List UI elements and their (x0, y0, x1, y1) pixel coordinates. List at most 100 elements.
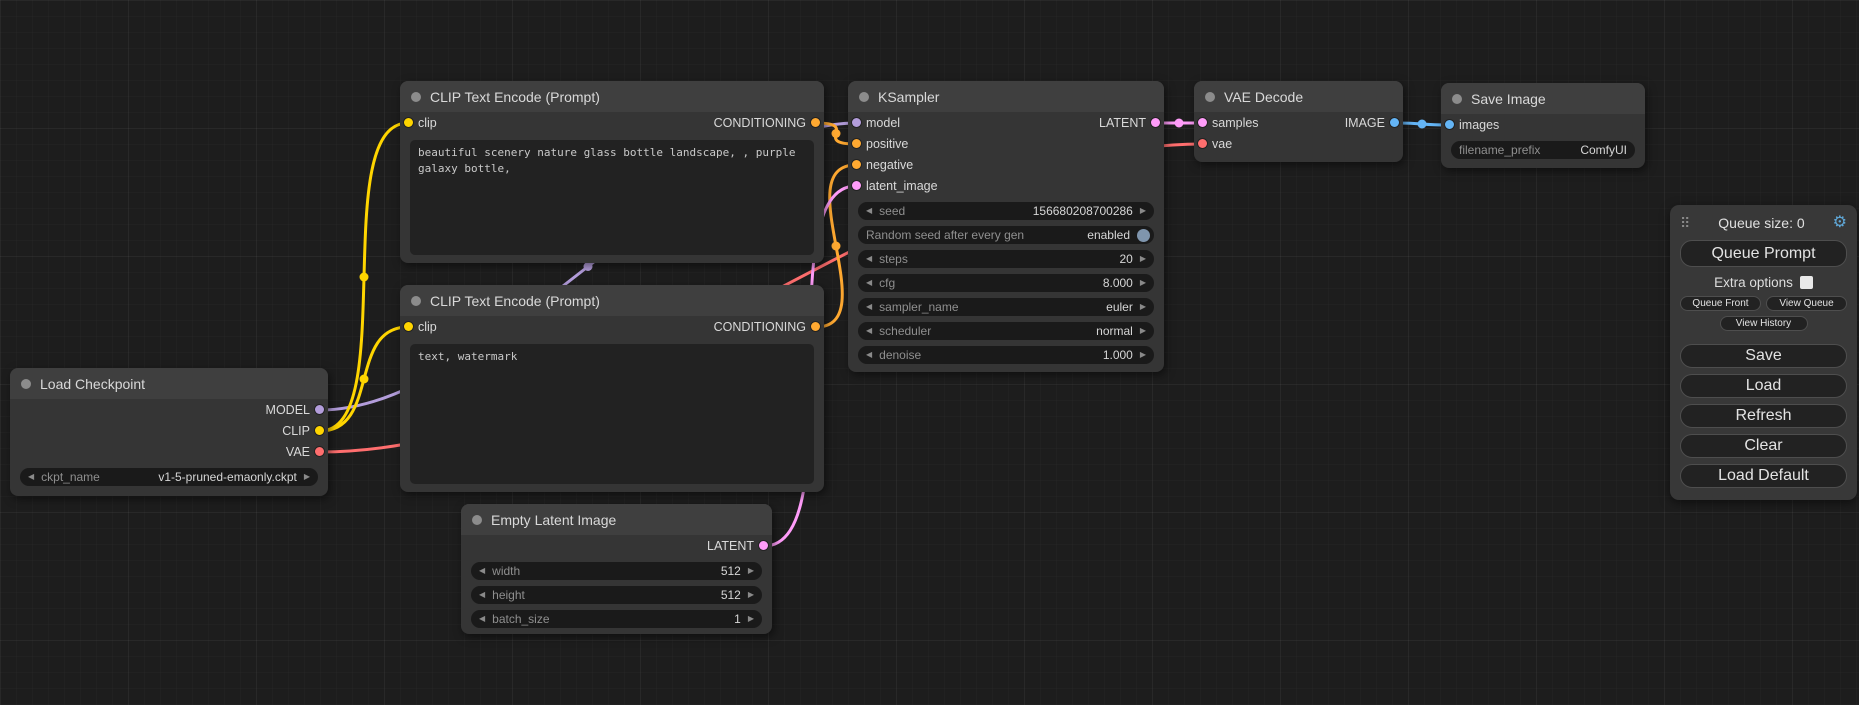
port-images-input[interactable] (1445, 120, 1454, 129)
decrement-arrow-icon[interactable]: ◀ (28, 473, 34, 481)
decrement-arrow-icon[interactable]: ◀ (866, 255, 872, 263)
decrement-arrow-icon[interactable]: ◀ (866, 327, 872, 335)
slot-row: MODEL (10, 399, 328, 420)
node-ksampler[interactable]: KSampler model LATENT positive negative … (848, 81, 1164, 372)
load-button[interactable]: Load (1680, 374, 1847, 398)
width-widget[interactable]: ◀ width 512 ▶ (471, 562, 762, 580)
ckpt-name-widget[interactable]: ◀ ckpt_name v1-5-pruned-emaonly.ckpt ▶ (20, 468, 318, 486)
port-samples-input[interactable] (1198, 118, 1207, 127)
increment-arrow-icon[interactable]: ▶ (748, 591, 754, 599)
increment-arrow-icon[interactable]: ▶ (1140, 327, 1146, 335)
decrement-arrow-icon[interactable]: ◀ (866, 303, 872, 311)
denoise-widget[interactable]: ◀ denoise 1.000 ▶ (858, 346, 1154, 364)
sampler-name-widget[interactable]: ◀ sampler_name euler ▶ (858, 298, 1154, 316)
node-title-label: CLIP Text Encode (Prompt) (430, 89, 600, 105)
node-load-checkpoint[interactable]: Load Checkpoint MODEL CLIP VAE ◀ ckpt_na… (10, 368, 328, 496)
node-clip-text-encode-negative[interactable]: CLIP Text Encode (Prompt) clip CONDITION… (400, 285, 824, 492)
port-model-output[interactable] (315, 405, 324, 414)
increment-arrow-icon[interactable]: ▶ (1140, 351, 1146, 359)
increment-arrow-icon[interactable]: ▶ (1140, 303, 1146, 311)
collapse-dot-icon[interactable] (411, 92, 421, 102)
refresh-button[interactable]: Refresh (1680, 404, 1847, 428)
clear-button[interactable]: Clear (1680, 434, 1847, 458)
decrement-arrow-icon[interactable]: ◀ (866, 279, 872, 287)
cfg-widget[interactable]: ◀ cfg 8.000 ▶ (858, 274, 1154, 292)
view-queue-button[interactable]: View Queue (1766, 296, 1847, 311)
port-image-output[interactable] (1390, 118, 1399, 127)
port-positive-input[interactable] (852, 139, 861, 148)
slot-row: LATENT (461, 535, 772, 556)
steps-widget[interactable]: ◀ steps 20 ▶ (858, 250, 1154, 268)
port-vae-output[interactable] (315, 447, 324, 456)
scheduler-widget[interactable]: ◀ scheduler normal ▶ (858, 322, 1154, 340)
settings-gear-icon[interactable]: ⚙ (1833, 215, 1847, 231)
queue-front-button[interactable]: Queue Front (1680, 296, 1761, 311)
collapse-dot-icon[interactable] (21, 379, 31, 389)
collapse-dot-icon[interactable] (472, 515, 482, 525)
queue-panel: ⠿ Queue size: 0 ⚙ Queue Prompt Extra opt… (1670, 205, 1857, 500)
port-negative-input[interactable] (852, 160, 861, 169)
collapse-dot-icon[interactable] (859, 92, 869, 102)
drag-handle-icon[interactable]: ⠿ (1680, 216, 1690, 230)
prompt-textarea[interactable]: text, watermark (410, 344, 814, 484)
widget-value: 512 (721, 564, 741, 578)
port-clip-input[interactable] (404, 322, 413, 331)
port-latent-image-input[interactable] (852, 181, 861, 190)
increment-arrow-icon[interactable]: ▶ (748, 567, 754, 575)
decrement-arrow-icon[interactable]: ◀ (479, 567, 485, 575)
output-label: CONDITIONING (714, 116, 806, 130)
load-default-button[interactable]: Load Default (1680, 464, 1847, 488)
view-history-button[interactable]: View History (1720, 316, 1808, 331)
increment-arrow-icon[interactable]: ▶ (1140, 207, 1146, 215)
collapse-dot-icon[interactable] (1205, 92, 1215, 102)
port-clip-input[interactable] (404, 118, 413, 127)
port-model-input[interactable] (852, 118, 861, 127)
node-save-image[interactable]: Save Image images filename_prefix ComfyU… (1441, 83, 1645, 168)
decrement-arrow-icon[interactable]: ◀ (479, 591, 485, 599)
slot-row: latent_image (848, 175, 1164, 196)
increment-arrow-icon[interactable]: ▶ (304, 473, 310, 481)
node-title-label: Empty Latent Image (491, 512, 616, 528)
decrement-arrow-icon[interactable]: ◀ (866, 207, 872, 215)
save-button[interactable]: Save (1680, 344, 1847, 368)
port-conditioning-output[interactable] (811, 118, 820, 127)
batch-size-widget[interactable]: ◀ batch_size 1 ▶ (471, 610, 762, 628)
link-midpoint-dot (832, 242, 841, 251)
widget-label: seed (879, 204, 905, 218)
node-graph-canvas[interactable]: Load Checkpoint MODEL CLIP VAE ◀ ckpt_na… (0, 0, 1859, 705)
increment-arrow-icon[interactable]: ▶ (748, 615, 754, 623)
widget-value: euler (1106, 300, 1133, 314)
extra-options-checkbox[interactable] (1800, 276, 1813, 289)
widget-value: v1-5-pruned-emaonly.ckpt (158, 470, 297, 484)
toggle-knob[interactable] (1137, 229, 1150, 242)
increment-arrow-icon[interactable]: ▶ (1140, 255, 1146, 263)
node-clip-text-encode-positive[interactable]: CLIP Text Encode (Prompt) clip CONDITION… (400, 81, 824, 263)
port-conditioning-output[interactable] (811, 322, 820, 331)
node-title-label: Save Image (1471, 91, 1546, 107)
height-widget[interactable]: ◀ height 512 ▶ (471, 586, 762, 604)
prompt-textarea[interactable]: beautiful scenery nature glass bottle la… (410, 140, 814, 255)
node-title-bar: Load Checkpoint (10, 368, 328, 399)
widget-value: 1 (734, 612, 741, 626)
increment-arrow-icon[interactable]: ▶ (1140, 279, 1146, 287)
node-empty-latent-image[interactable]: Empty Latent Image LATENT ◀ width 512 ▶ … (461, 504, 772, 634)
collapse-dot-icon[interactable] (1452, 94, 1462, 104)
widget-value: enabled (1087, 228, 1130, 242)
collapse-dot-icon[interactable] (411, 296, 421, 306)
node-title-bar: KSampler (848, 81, 1164, 112)
widget-value: 156680208700286 (1033, 204, 1133, 218)
queue-prompt-button[interactable]: Queue Prompt (1680, 240, 1847, 267)
node-vae-decode[interactable]: VAE Decode samples IMAGE vae (1194, 81, 1403, 162)
port-vae-input[interactable] (1198, 139, 1207, 148)
widget-value: ComfyUI (1580, 143, 1627, 157)
link-midpoint-dot (360, 273, 369, 282)
filename-prefix-widget[interactable]: filename_prefix ComfyUI (1451, 141, 1635, 159)
decrement-arrow-icon[interactable]: ◀ (866, 351, 872, 359)
input-label: vae (1212, 137, 1232, 151)
port-latent-output[interactable] (1151, 118, 1160, 127)
port-latent-output[interactable] (759, 541, 768, 550)
random-seed-toggle-widget[interactable]: Random seed after every gen enabled (858, 226, 1154, 244)
port-clip-output[interactable] (315, 426, 324, 435)
seed-widget[interactable]: ◀ seed 156680208700286 ▶ (858, 202, 1154, 220)
decrement-arrow-icon[interactable]: ◀ (479, 615, 485, 623)
